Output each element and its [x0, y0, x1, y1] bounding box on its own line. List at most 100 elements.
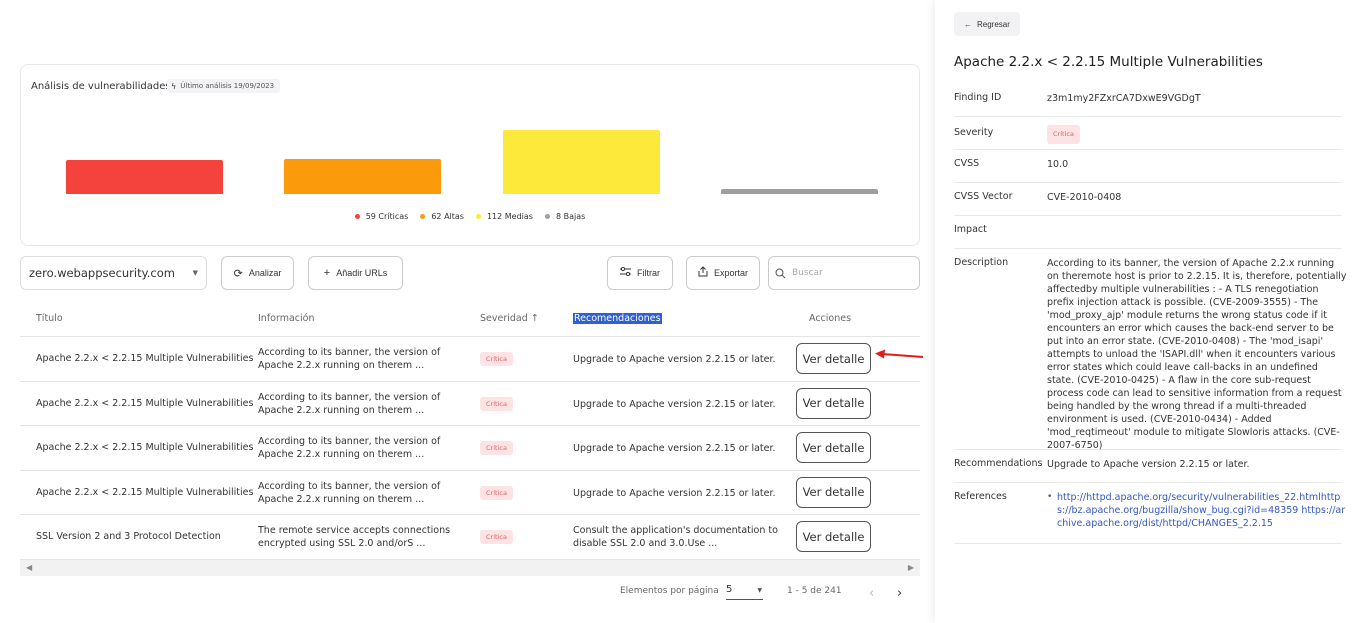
severity-value: Crítica — [1047, 125, 1347, 144]
recommendations-value: Upgrade to Apache version 2.2.15 or late… — [1047, 459, 1250, 470]
refresh-icon: ⟳ — [233, 267, 243, 280]
add-urls-label: Añadir URLs — [336, 268, 388, 278]
row-description: Description According to its banner, the… — [954, 249, 1346, 451]
severity-badge: Crítica — [1047, 125, 1080, 144]
legend-dot-icon — [354, 214, 360, 219]
search-box — [768, 256, 920, 290]
chevron-down-icon: ▼ — [757, 587, 762, 594]
horizontal-scrollbar[interactable]: ◀ ▶ — [20, 560, 920, 576]
cell-recommendation: Upgrade to Apache version 2.2.15 or late… — [573, 443, 776, 454]
cell-severity: Crítica — [480, 530, 513, 544]
legend-label: 112 Medias — [486, 212, 533, 221]
table-row: Apache 2.2.x < 2.2.15 Multiple Vulnerabi… — [20, 382, 920, 426]
prev-page-icon[interactable]: ‹ — [869, 586, 874, 601]
finding-id-label: Finding ID — [954, 92, 1002, 103]
bar-medias[interactable] — [503, 130, 660, 194]
legend-item[interactable]: 62 Altas — [420, 212, 464, 221]
add-urls-button[interactable]: + Añadir URLs — [308, 256, 403, 290]
target-select[interactable]: zero.webappsecurity.com ▼ — [20, 256, 207, 290]
bullet-icon: • — [1047, 492, 1053, 502]
cell-recommendation: Consult the application's documentation … — [573, 525, 778, 549]
row-cvss-vector: CVSS Vector CVE-2010-0408 — [954, 183, 1342, 216]
scroll-right-icon[interactable]: ▶ — [908, 563, 914, 572]
legend-item[interactable]: 59 Críticas — [354, 212, 409, 221]
sort-arrow-up-icon: ↑ — [530, 313, 539, 324]
cvss-vector-value: CVE-2010-0408 — [1047, 192, 1122, 203]
header-recommendations[interactable]: Recomendaciones — [573, 313, 662, 324]
cell-info: According to its banner, the version of … — [258, 391, 441, 416]
search-input[interactable] — [792, 268, 912, 278]
header-title[interactable]: Título — [36, 313, 63, 324]
row-severity: Severity Crítica — [954, 117, 1342, 150]
cell-recommendation: Upgrade to Apache version 2.2.15 or late… — [573, 354, 776, 365]
bar-bajas[interactable] — [721, 189, 878, 194]
target-select-value: zero.webappsecurity.com — [29, 266, 175, 280]
export-button[interactable]: Exportar — [686, 256, 760, 290]
legend-item[interactable]: 8 Bajas — [544, 212, 585, 221]
cell-title: Apache 2.2.x < 2.2.15 Multiple Vulnerabi… — [36, 353, 254, 364]
row-cvss: CVSS 10.0 — [954, 150, 1342, 183]
row-recommendations: Recommendations Upgrade to Apache versio… — [954, 450, 1342, 483]
cell-title: SSL Version 2 and 3 Protocol Detection — [36, 531, 221, 542]
scroll-left-icon[interactable]: ◀ — [26, 563, 32, 572]
table-row: SSL Version 2 and 3 Protocol Detection T… — [20, 515, 920, 560]
row-finding-id: Finding ID z3m1my2FZxrCA7DxwE9VGDgT — [954, 84, 1342, 117]
row-impact: Impact — [954, 216, 1342, 249]
cell-severity: Crítica — [480, 485, 513, 500]
cell-title: Apache 2.2.x < 2.2.15 Multiple Vulnerabi… — [36, 442, 254, 453]
cvss-vector-label: CVSS Vector — [954, 191, 1013, 202]
cell-severity: Crítica — [480, 441, 513, 455]
legend-dot-icon — [544, 214, 550, 219]
view-detail-button[interactable]: Ver detalle — [796, 387, 871, 419]
filter-button[interactable]: Filtrar — [607, 256, 673, 290]
red-arrow-annotation-icon — [875, 349, 924, 359]
header-severity[interactable]: Severidad ↑ — [480, 313, 539, 324]
detail-title: Apache 2.2.x < 2.2.15 Multiple Vulnerabi… — [954, 54, 1263, 70]
search-icon — [775, 264, 786, 283]
filter-label: Filtrar — [637, 268, 660, 278]
impact-label: Impact — [954, 224, 987, 235]
header-info[interactable]: Información — [258, 313, 315, 324]
cell-severity: Crítica — [480, 396, 513, 411]
severity-badge: Crítica — [480, 396, 513, 411]
back-button[interactable]: ← Regresar — [954, 12, 1020, 36]
per-page-select[interactable]: 5 ▼ — [726, 584, 763, 600]
cvss-value: 10.0 — [1047, 159, 1069, 170]
cell-title: Apache 2.2.x < 2.2.15 Multiple Vulnerabi… — [36, 486, 254, 498]
severity-badge: Crítica — [480, 352, 513, 366]
legend-label: 62 Altas — [431, 212, 464, 221]
next-page-icon[interactable]: › — [897, 586, 902, 601]
analyze-button[interactable]: ⟳ Analizar — [221, 256, 294, 290]
legend-label: 59 Críticas — [365, 212, 409, 221]
table-row: Apache 2.2.x < 2.2.15 Multiple Vulnerabi… — [20, 337, 920, 382]
description-label: Description — [954, 257, 1009, 268]
legend-item[interactable]: 112 Medias — [475, 212, 533, 221]
references-label: References — [954, 491, 1007, 502]
cell-info: According to its banner, the version of … — [258, 347, 441, 371]
chart-legend: 59 Críticas 62 Altas 112 Medias 8 Bajas — [21, 212, 919, 221]
severity-badge: Crítica — [480, 485, 513, 500]
reference-link[interactable]: http://httpd.apache.org/security/vulnera… — [1057, 491, 1347, 530]
view-detail-button[interactable]: Ver detalle — [796, 343, 871, 374]
severity-badge: Crítica — [480, 530, 513, 544]
cvss-label: CVSS — [954, 158, 980, 169]
bar-críticas[interactable] — [66, 160, 223, 194]
cell-severity: Crítica — [480, 352, 513, 366]
header-recommendations-label: Recomendaciones — [573, 313, 662, 324]
cell-recommendation: Upgrade to Apache version 2.2.15 or late… — [573, 487, 776, 499]
view-detail-button[interactable]: Ver detalle — [796, 521, 871, 552]
recommendations-label: Recommendations — [954, 458, 1043, 469]
table-row: Apache 2.2.x < 2.2.15 Multiple Vulnerabi… — [20, 471, 920, 515]
row-references: References • http://httpd.apache.org/sec… — [954, 483, 1345, 544]
chevron-down-icon: ▼ — [192, 269, 198, 277]
severity-badge: Crítica — [480, 441, 513, 455]
analyze-label: Analizar — [248, 268, 282, 278]
detail-panel: ← Regresar Apache 2.2.x < 2.2.15 Multipl… — [935, 0, 1362, 623]
view-detail-button[interactable]: Ver detalle — [796, 476, 871, 508]
sliders-icon — [620, 266, 631, 279]
view-detail-button[interactable]: Ver detalle — [796, 432, 871, 463]
bar-altas[interactable] — [284, 159, 441, 194]
vulnerability-chart-card: Análisis de vulnerabilidades ϟ Último an… — [20, 64, 920, 246]
main-area: Análisis de vulnerabilidades ϟ Último an… — [0, 0, 935, 623]
header-severity-label: Severidad — [480, 313, 528, 324]
